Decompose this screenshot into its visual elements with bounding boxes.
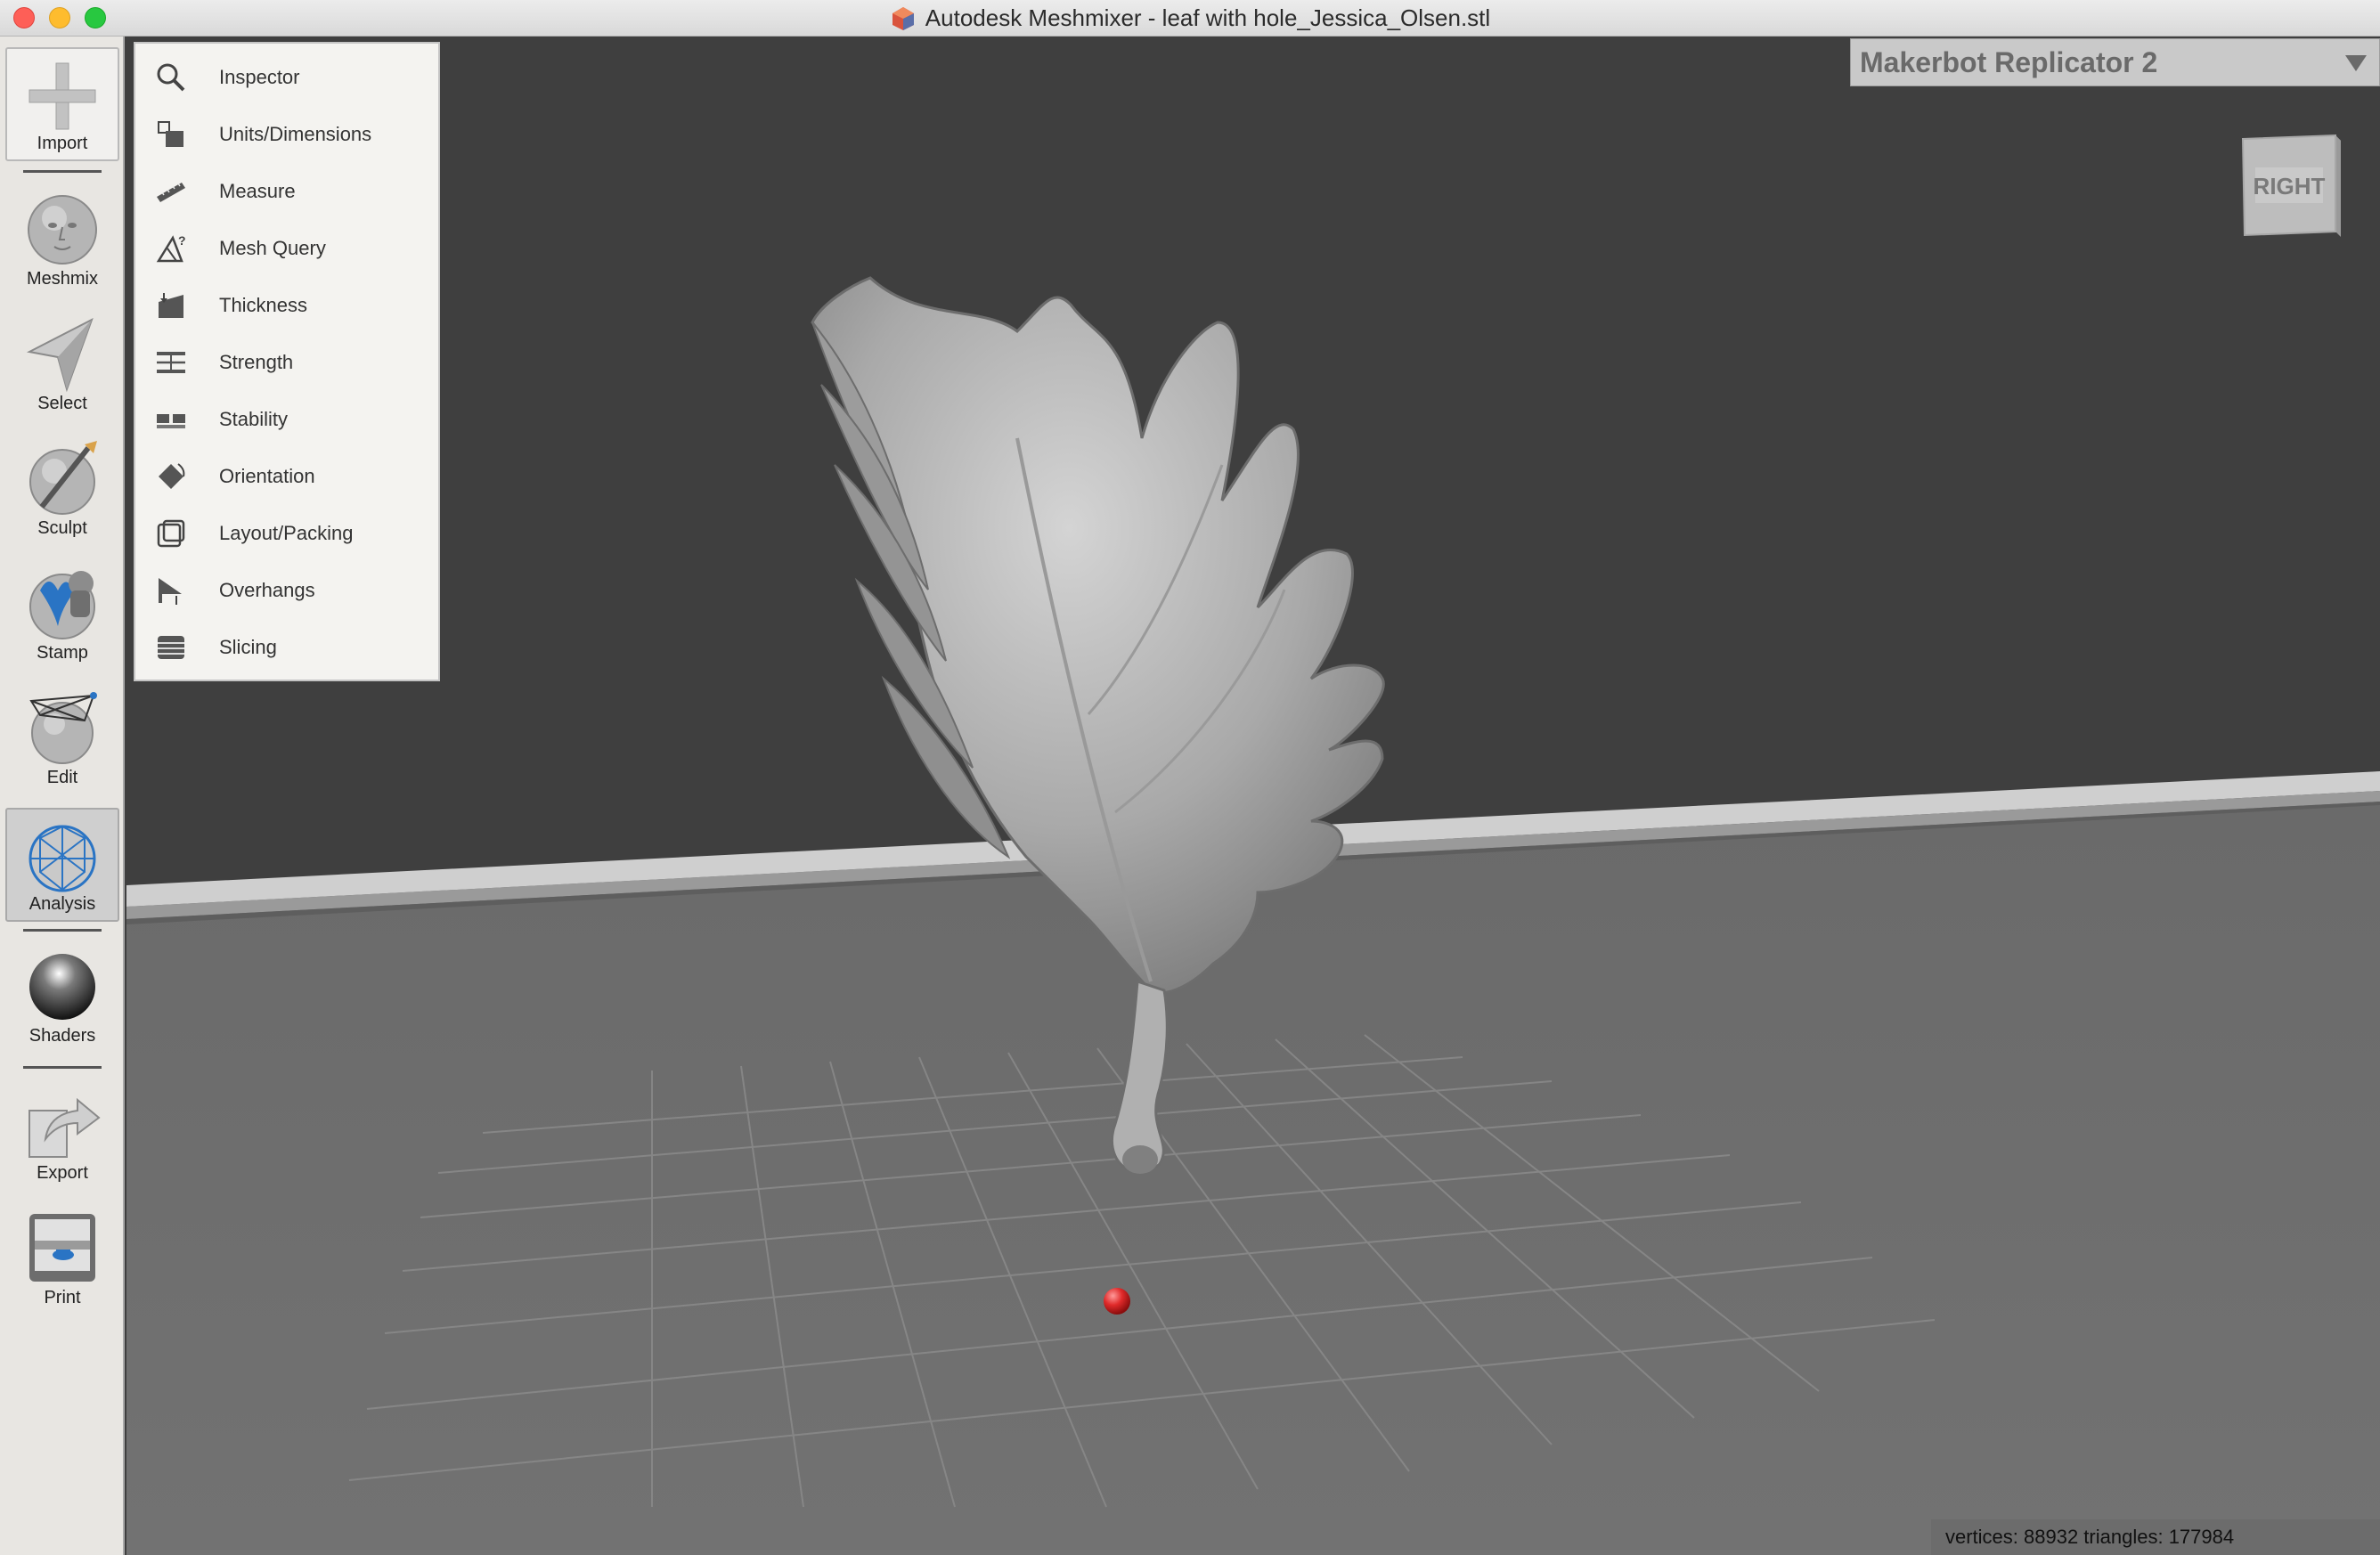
tool-label: Export xyxy=(37,1163,88,1183)
plus-icon xyxy=(29,62,96,130)
meshmixer-app-icon xyxy=(892,6,914,30)
title-bar: Autodesk Meshmixer - leaf with hole_Jess… xyxy=(0,0,2380,37)
wireframe-sphere-icon xyxy=(29,825,96,892)
window-title: Autodesk Meshmixer - leaf with hole_Jess… xyxy=(925,4,1491,31)
mesh-stats-text: vertices: 88932 triangles: 177984 xyxy=(1945,1526,2235,1548)
layout-packing-icon xyxy=(157,519,185,548)
ruler-icon xyxy=(157,183,185,202)
tool-meshmix[interactable]: Meshmix xyxy=(5,181,119,295)
menu-item-units-dimensions[interactable]: Units/Dimensions xyxy=(135,108,438,161)
main-toolbar: Import Meshmix Select Sculpt Stamp Edit … xyxy=(0,37,125,1555)
strength-icon xyxy=(157,352,185,373)
tool-print[interactable]: Print xyxy=(5,1200,119,1314)
svg-text:?: ? xyxy=(178,233,186,248)
printer-select[interactable]: Makerbot Replicator 2 xyxy=(1850,38,2380,86)
tool-label: Stamp xyxy=(37,643,88,663)
menu-item-inspector[interactable]: Inspector xyxy=(135,51,438,104)
mesh-edit-sphere-icon xyxy=(29,692,97,764)
tool-label: Meshmix xyxy=(26,269,98,289)
mesh-query-icon: ? xyxy=(156,233,186,263)
stability-icon xyxy=(157,414,185,428)
view-cube[interactable]: RIGHT xyxy=(2236,132,2348,244)
viewport-scene xyxy=(126,37,2380,1555)
tool-stamp[interactable]: Stamp xyxy=(5,555,119,669)
3d-viewport[interactable]: RIGHT xyxy=(126,37,2380,1555)
slicing-icon xyxy=(158,636,184,659)
pivot-point[interactable] xyxy=(1104,1288,1130,1315)
view-cube-face-label: RIGHT xyxy=(2254,173,2326,199)
menu-item-overhangs[interactable]: Overhangs xyxy=(135,564,438,617)
tool-edit[interactable]: Edit xyxy=(5,680,119,794)
window-title-area: Autodesk Meshmixer - leaf with hole_Jess… xyxy=(0,0,2380,37)
face-sphere-icon xyxy=(28,195,97,265)
brush-sphere-icon xyxy=(29,441,97,515)
shiny-sphere-icon xyxy=(29,954,95,1020)
chevron-down-icon xyxy=(2345,55,2367,71)
stamp-sphere-icon xyxy=(29,571,95,639)
units-icon xyxy=(158,121,183,147)
printer-icon xyxy=(29,1214,95,1282)
tool-analysis[interactable]: Analysis xyxy=(5,808,119,922)
tool-sculpt[interactable]: Sculpt xyxy=(5,430,119,544)
menu-item-slicing[interactable]: Slicing xyxy=(135,621,438,674)
menu-item-measure[interactable]: Measure xyxy=(135,165,438,218)
tool-label: Select xyxy=(37,394,87,413)
overhangs-icon xyxy=(159,578,182,605)
tool-label: Shaders xyxy=(29,1026,96,1046)
toolbar-separator xyxy=(23,170,102,173)
tool-export[interactable]: Export xyxy=(5,1075,119,1189)
tool-label: Sculpt xyxy=(37,518,87,538)
toolbar-separator xyxy=(23,929,102,932)
printer-select-value: Makerbot Replicator 2 xyxy=(1860,45,2158,78)
arrow-cursor-icon xyxy=(26,317,94,393)
magnifier-icon xyxy=(157,63,185,92)
orientation-icon xyxy=(159,463,185,489)
menu-item-strength[interactable]: Strength xyxy=(135,336,438,389)
tool-import[interactable]: Import xyxy=(5,47,119,161)
menu-item-thickness[interactable]: Thickness xyxy=(135,279,438,332)
menu-item-layout-packing[interactable]: Layout/Packing xyxy=(135,507,438,560)
menu-item-orientation[interactable]: Orientation xyxy=(135,450,438,503)
menu-item-mesh-query[interactable]: ? Mesh Query xyxy=(135,222,438,275)
tool-select[interactable]: Select xyxy=(5,305,119,419)
tool-label: Print xyxy=(44,1288,81,1307)
thickness-icon xyxy=(159,293,183,318)
tool-label: Edit xyxy=(46,768,78,787)
mesh-stats: vertices: 88932 triangles: 177984 xyxy=(1931,1519,2380,1555)
analysis-menu: Inspector Units/Dimensions Measure ? Mes… xyxy=(134,42,440,681)
export-arrow-icon xyxy=(29,1097,101,1158)
menu-item-stability[interactable]: Stability xyxy=(135,393,438,446)
tool-shaders[interactable]: Shaders xyxy=(5,938,119,1052)
toolbar-separator xyxy=(23,1066,102,1069)
